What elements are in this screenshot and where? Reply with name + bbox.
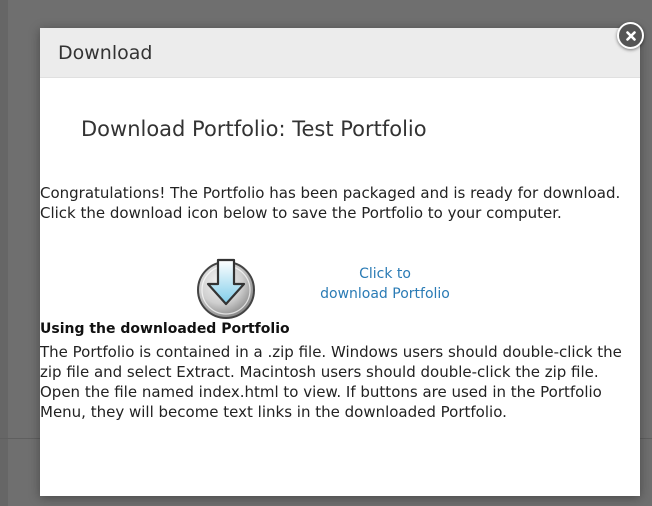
download-dialog: Download Download Portfolio: Test Portfo… (40, 28, 640, 496)
close-button[interactable] (617, 22, 644, 49)
download-portfolio-link[interactable]: Click to download Portfolio (300, 264, 470, 304)
intro-text: Congratulations! The Portfolio has been … (40, 184, 621, 222)
dialog-title: Download (58, 41, 153, 64)
download-arrow-icon[interactable] (191, 252, 261, 322)
portfolio-heading: Download Portfolio: Test Portfolio (81, 117, 427, 141)
background-page-edge (0, 0, 8, 506)
download-link-line1: Click to (359, 266, 411, 282)
download-link-line2: download Portfolio (320, 286, 450, 302)
usage-text: The Portfolio is contained in a .zip fil… (40, 343, 622, 421)
close-icon (625, 30, 636, 41)
dialog-body: Download Portfolio: Test Portfolio Congr… (40, 79, 640, 495)
usage-heading: Using the downloaded Portfolio (40, 321, 290, 337)
dialog-header: Download (40, 28, 640, 78)
